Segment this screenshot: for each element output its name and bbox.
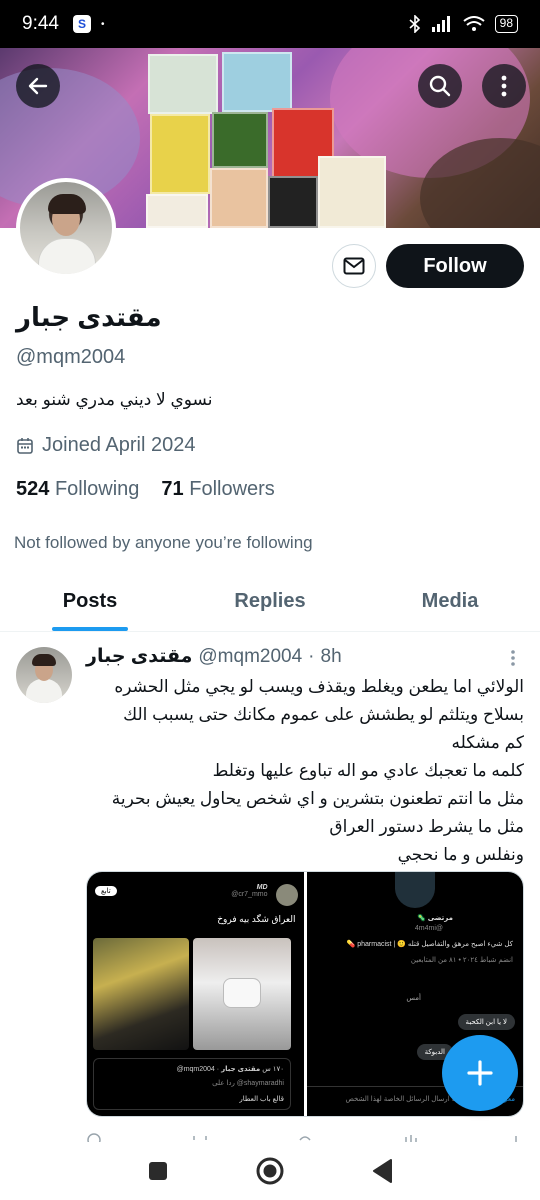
embedded-photo-masked [193,938,291,1050]
more-vertical-icon [511,650,515,666]
dm-day-label: أمس [406,995,421,1002]
followers-label: Followers [189,478,275,500]
follow-stats: 524 Following 71 Followers [16,478,275,501]
app-notification-icon: S [72,15,91,33]
system-navigation-bar [0,1142,540,1200]
embedded-photo-mask-shape [223,978,261,1008]
arrow-left-icon [28,77,48,95]
like-icon[interactable] [297,1128,313,1142]
quoted-reply-to: ردا على @shaymaradhi [212,1080,284,1087]
post-text-line: مثل ما انتم تطعنون بتشرين و اي شخص يحاول… [111,789,524,808]
status-bar: 9:44 S • 98 [0,0,540,48]
notification-dot: • [100,18,105,30]
quoted-name: مقتدى جبار [221,1066,261,1073]
bluetooth-icon [409,15,420,33]
tab-replies-label: Replies [234,590,306,612]
search-icon [429,75,451,97]
not-followed-note: Not followed by anyone you’re following [14,533,313,552]
dm-bubble: لا يا ابن الكحبة [457,1014,515,1030]
signal-icon [431,16,450,32]
follow-button[interactable]: Follow [386,244,524,288]
post-text-line: مثل ما يشرط دستور العراق [329,817,524,836]
post-header: مقتدى جبار @mqm2004 · 8h [86,645,342,668]
dm-bio: كل شيء اصبح مرهق والتفاصيل قتله 🙂 | phar… [346,941,513,948]
tab-media-label: Media [421,590,479,612]
post-text-line: ونفلس و ما نحجي [397,845,524,864]
post-time: 8h [320,645,342,667]
following-count: 524 [16,478,50,500]
back-triangle-icon[interactable] [371,1158,393,1184]
repost-icon[interactable] [192,1128,208,1142]
profile-avatar[interactable] [16,178,116,278]
embedded-avatar [275,884,298,906]
status-icons: 98 [409,15,518,33]
tab-media[interactable]: Media [360,572,540,631]
dm-handle: @4m4mi [414,925,443,932]
embedded-author-name: MD [256,884,268,891]
post-author-handle: @mqm2004 [198,645,303,667]
following-label: Following [54,478,140,500]
post-actions [86,1128,524,1142]
post-text: الولائي اما يطعن ويغلط ويقذف ويسب لو يجي… [84,673,524,869]
dm-joined: انضم شباط ٢٠٢٤ • ٨١ من المتابعين [410,957,513,964]
post-author-name[interactable]: مقتدى جبار [86,645,192,668]
post-text-line: الولائي اما يطعن ويغلط ويقذف ويسب لو يجي… [114,677,524,696]
post-more-button[interactable] [510,649,516,667]
joined-text: Joined April 2024 [42,434,196,456]
quoted-header: @mqm2004 · ١٧٠ س مقتدى جبار [177,1065,284,1073]
avatar-hair [48,194,86,214]
media-image-left[interactable]: تابع MD @cr7_mmo العراق شگد بيه فروخ @mq… [87,872,304,1116]
search-button[interactable] [418,64,462,108]
embedded-quoted-reply: @mqm2004 · ١٧٠ س مقتدى جبار ردا على @sha… [93,1058,291,1110]
embedded-follow-pill: تابع [95,886,117,896]
profile-bio: نسوي لا ديني مدري شنو بعد [16,390,213,409]
home-circle-icon[interactable] [255,1156,285,1186]
post-avatar-hair [32,654,56,666]
followers-count: 71 [161,478,184,500]
following-link[interactable]: 524 Following [16,478,139,501]
status-time: 9:44 [22,13,59,34]
back-button[interactable] [16,64,60,108]
message-button[interactable] [332,244,376,288]
tab-replies[interactable]: Replies [180,572,360,631]
profile-name: مقتدى جبار [16,302,162,332]
more-vertical-icon [501,75,507,97]
active-tab-indicator [52,627,128,631]
embedded-text: العراق شگد بيه فروخ [217,914,296,924]
more-options-button[interactable] [482,64,526,108]
reply-icon[interactable] [86,1128,102,1142]
joined-date: Joined April 2024 [16,434,195,457]
quoted-text: قالع باب العطار [239,1096,284,1103]
followers-link[interactable]: 71 Followers [161,478,274,501]
embedded-author-handle: @cr7_mmo [231,891,268,898]
embedded-author: MD @cr7_mmo [231,884,267,898]
wifi-icon [463,16,485,31]
tab-posts[interactable]: Posts [0,572,180,631]
recents-square-icon[interactable] [147,1160,169,1182]
post-avatar-shirt [26,679,62,703]
post-separator: · [308,645,315,667]
profile-tabs: Posts Replies Media [0,572,540,632]
post-avatar[interactable] [16,647,72,703]
dm-name: مرتضى 🦠 [417,915,453,922]
tab-posts-label: Posts [62,590,118,612]
envelope-icon [343,257,365,275]
post-text-line: بسلاح ويتلثم لو يطشش على عموم مكانك حتى … [123,705,524,724]
calendar-icon [17,437,33,454]
avatar-shirt [38,238,96,274]
views-icon[interactable] [403,1128,419,1142]
embedded-dm-avatar [394,872,435,908]
profile-handle: @mqm2004 [16,346,126,368]
post-text-line: كلمه ما تعجبك عادي مو اله تباوع عليها وت… [212,761,524,780]
share-icon[interactable] [508,1128,524,1142]
battery-icon: 98 [494,15,518,33]
embedded-photo-mirror-selfie [93,938,189,1050]
compose-post-button[interactable] [442,1035,518,1111]
post-text-line: كم مشكله [451,733,524,752]
plus-icon [467,1060,493,1086]
